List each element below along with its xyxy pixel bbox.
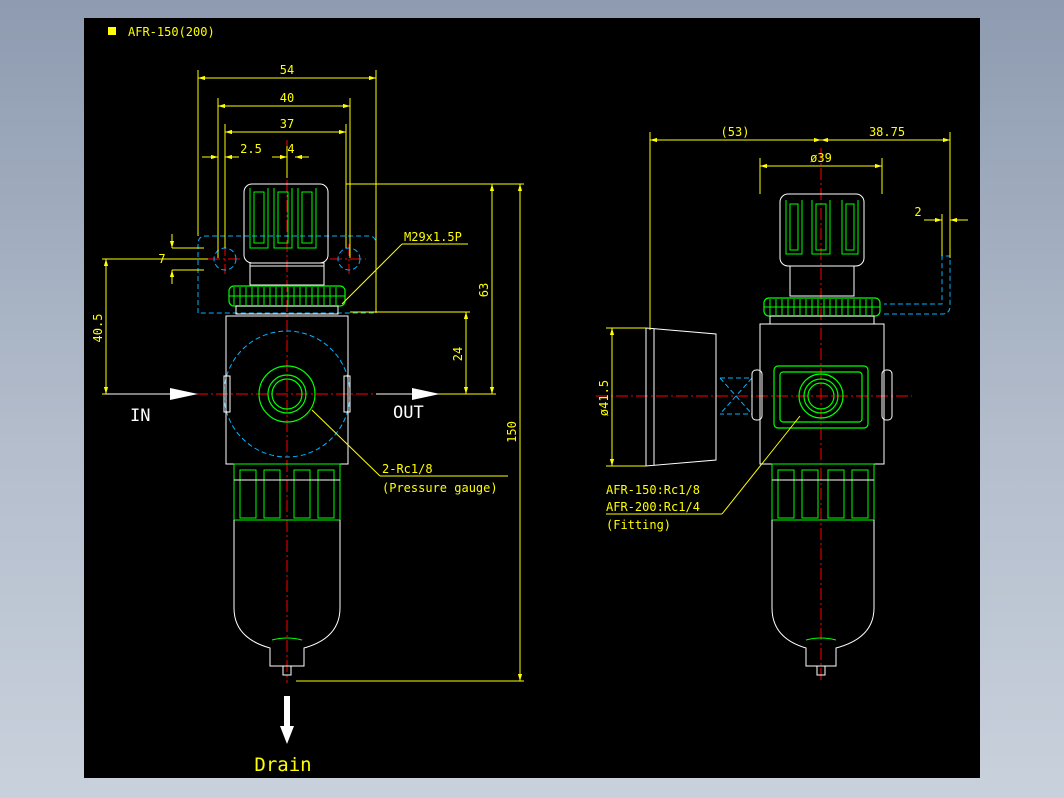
front-view: 54 40 37 2.5 4 7 40.5 63 24 150 M29x1.5P… <box>91 63 524 776</box>
dim-54: 54 <box>280 63 294 77</box>
front-labels: 54 40 37 2.5 4 7 40.5 63 24 150 M29x1.5P… <box>91 63 519 495</box>
dim-40: 40 <box>280 91 294 105</box>
dim-24: 24 <box>451 347 465 361</box>
dim-2-5: 2.5 <box>240 142 262 156</box>
gauge-port-label: 2-Rc1/8 <box>382 462 433 476</box>
front-flow-arrows <box>106 388 440 744</box>
side-view: (53) 38.75 ø39 2 ø41.5 AFR-150:Rc1/8 AFR… <box>596 125 968 683</box>
fitting-150-label: AFR-150:Rc1/8 <box>606 483 700 497</box>
dim-40-5: 40.5 <box>91 314 105 343</box>
title-marker <box>108 27 116 35</box>
side-knob <box>779 193 865 297</box>
drain-label: Drain <box>254 754 311 776</box>
dim-2: 2 <box>914 205 921 219</box>
thread-label: M29x1.5P <box>404 230 462 244</box>
dim-53: (53) <box>721 125 750 139</box>
in-label: IN <box>130 406 150 426</box>
side-body <box>751 323 893 465</box>
dim-dia-41-5: ø41.5 <box>597 380 611 416</box>
dim-150: 150 <box>505 421 519 443</box>
dim-4: 4 <box>287 142 294 156</box>
front-knob <box>243 183 329 286</box>
side-pressure-gauge <box>645 327 717 467</box>
side-center-lines <box>596 148 912 683</box>
out-label: OUT <box>393 403 424 423</box>
side-bowl <box>771 520 875 676</box>
dim-7: 7 <box>158 252 165 266</box>
front-flow-labels: IN OUT <box>130 403 424 426</box>
side-bowl-guard <box>771 463 875 521</box>
gauge-note-label: (Pressure gauge) <box>382 481 498 495</box>
dim-dia-39: ø39 <box>810 151 832 165</box>
side-bracket-hidden <box>719 255 951 415</box>
dim-63: 63 <box>477 283 491 297</box>
side-lock-ring <box>763 297 881 325</box>
dim-38-75: 38.75 <box>869 125 905 139</box>
side-dimensions <box>606 132 968 515</box>
dim-37: 37 <box>280 117 294 131</box>
cad-drawing: AFR-150(200) 54 40 37 2.5 4 7 40.5 63 24… <box>91 25 968 776</box>
drawing-panel: AFR-150(200) 54 40 37 2.5 4 7 40.5 63 24… <box>84 18 980 778</box>
drawing-title: AFR-150(200) <box>128 25 215 39</box>
fitting-note-label: (Fitting) <box>606 518 671 532</box>
front-dimensions <box>102 70 524 682</box>
fitting-200-label: AFR-200:Rc1/4 <box>606 500 700 514</box>
